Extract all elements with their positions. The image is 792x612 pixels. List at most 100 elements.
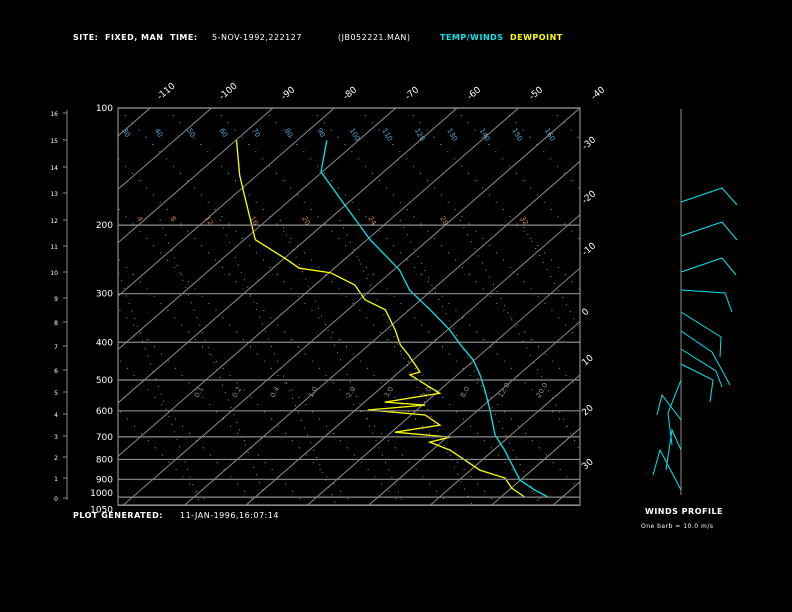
isotherm bbox=[118, 108, 519, 457]
mid-label: 0.4 bbox=[269, 385, 282, 399]
pressure-tick-label: 700 bbox=[96, 433, 113, 443]
dry-adiabat bbox=[118, 408, 211, 505]
height-tick-label: 16 bbox=[50, 111, 58, 118]
height-tick-label: 6 bbox=[54, 368, 58, 375]
wind-barb bbox=[680, 289, 733, 313]
top-temp-tick-label: -100 bbox=[218, 81, 240, 102]
isotherm bbox=[118, 108, 212, 191]
plot-area bbox=[0, 108, 792, 505]
right-temp-tick-label: -20 bbox=[581, 189, 599, 206]
wind-barb bbox=[680, 330, 731, 386]
pressure-tick-label: 800 bbox=[96, 455, 113, 465]
dry-adiabat bbox=[501, 108, 580, 191]
winds-profile-title: WINDS PROFILE bbox=[645, 507, 724, 516]
dry-adiabat bbox=[118, 207, 403, 505]
dry-adiabat-label: 160 bbox=[543, 127, 557, 143]
height-tick-label: 7 bbox=[54, 344, 58, 351]
pressure-tick-label: 100 bbox=[96, 104, 113, 114]
isotherm bbox=[118, 108, 151, 137]
isotherm bbox=[676, 108, 792, 505]
mixing-ratio-line bbox=[279, 219, 405, 505]
wind-barb bbox=[680, 363, 714, 403]
height-tick-label: 13 bbox=[50, 191, 58, 198]
mixing-ratio-line bbox=[339, 219, 473, 505]
wind-barb bbox=[680, 221, 738, 241]
height-tick-label: 14 bbox=[50, 165, 58, 172]
dry-adiabat bbox=[118, 157, 451, 505]
isotherm bbox=[245, 214, 580, 505]
height-tick-label: 2 bbox=[54, 455, 58, 462]
pressure-tick-label: 400 bbox=[96, 338, 113, 348]
dry-adiabat-label: 70 bbox=[250, 127, 261, 139]
dry-adiabat bbox=[118, 358, 259, 505]
mixing-ratio-line bbox=[519, 219, 580, 331]
mid-label: 2.0 bbox=[345, 385, 357, 399]
mixing-ratio-line bbox=[159, 219, 269, 505]
height-tick-label: 9 bbox=[54, 296, 58, 303]
height-tick-label: 0 bbox=[54, 496, 58, 503]
right-temp-tick-label: 30 bbox=[581, 457, 596, 472]
dry-adiabat bbox=[309, 108, 580, 391]
isotherm bbox=[615, 108, 792, 505]
height-tick-label: 12 bbox=[50, 218, 58, 225]
winds-barb-note: One barb = 10.0 m/s bbox=[641, 523, 714, 530]
mid-label: 1.0 bbox=[307, 385, 319, 399]
dry-adiabat-label: 80 bbox=[283, 127, 294, 139]
dry-adiabat bbox=[646, 108, 792, 505]
height-tick-label: 3 bbox=[54, 434, 58, 441]
top-temp-tick-label: -40 bbox=[590, 85, 608, 102]
plot-frame bbox=[117, 107, 581, 506]
mixing-ratio-label: 8 bbox=[168, 215, 177, 223]
top-temp-tick-label: -50 bbox=[528, 85, 546, 102]
height-tick-label: 15 bbox=[50, 138, 58, 145]
top-temp-tick-label: -80 bbox=[342, 85, 360, 102]
dry-adiabat-label: 120 bbox=[413, 127, 427, 143]
isotherm bbox=[118, 108, 397, 351]
isotherm bbox=[307, 267, 580, 505]
wind-barb bbox=[652, 448, 682, 491]
wind-barb bbox=[656, 393, 682, 421]
mixing-ratio-line bbox=[219, 219, 337, 505]
dry-adiabat bbox=[453, 108, 580, 241]
dry-adiabat bbox=[165, 108, 547, 505]
dry-adiabat bbox=[261, 108, 580, 441]
isotherm bbox=[118, 108, 458, 404]
right-temp-tick-label: 20 bbox=[581, 403, 596, 418]
dry-adiabat-label: 40 bbox=[153, 127, 164, 139]
mid-label: 0.1 bbox=[193, 385, 205, 399]
isotherm bbox=[123, 108, 580, 505]
right-temp-tick-label: 10 bbox=[581, 353, 596, 368]
pressure-tick-label: 1000 bbox=[90, 489, 113, 499]
pressure-tick-label: 300 bbox=[96, 290, 113, 300]
dry-adiabat-label: 90 bbox=[315, 127, 326, 139]
skew-t-diagram: 1002003004005006007008009001000105001234… bbox=[0, 81, 792, 515]
mid-label: 12.0 bbox=[497, 381, 512, 399]
isotherm bbox=[118, 108, 274, 244]
right-temp-tick-label: -30 bbox=[581, 135, 599, 152]
height-tick-label: 4 bbox=[54, 412, 58, 419]
mid-label: 8.0 bbox=[459, 385, 471, 399]
dry-adiabat bbox=[405, 108, 580, 291]
isotherm bbox=[184, 160, 580, 505]
dry-adiabat bbox=[213, 108, 580, 492]
dry-adiabat-label: 60 bbox=[218, 127, 229, 139]
pressure-tick-label: 900 bbox=[96, 475, 113, 485]
isotherm bbox=[430, 374, 580, 505]
isotherm bbox=[552, 481, 580, 505]
height-tick-label: 11 bbox=[50, 244, 58, 251]
wind-barb bbox=[680, 187, 738, 206]
mid-label: 20.0 bbox=[535, 381, 550, 399]
wind-barb bbox=[680, 257, 737, 276]
pressure-tick-label: 200 bbox=[96, 221, 113, 231]
plot-generated-label: PLOT GENERATED: bbox=[73, 511, 163, 520]
isotherm bbox=[0, 108, 89, 505]
isotherm bbox=[491, 427, 580, 505]
top-temp-tick-label: -90 bbox=[280, 85, 298, 102]
pressure-tick-label: 600 bbox=[96, 407, 113, 417]
mid-label: 0.2 bbox=[231, 385, 243, 399]
height-tick-label: 1 bbox=[54, 476, 58, 483]
mixing-ratio-line bbox=[118, 269, 201, 505]
dry-adiabat bbox=[118, 108, 499, 505]
height-tick-label: 10 bbox=[50, 270, 58, 277]
dry-adiabat-label: 150 bbox=[510, 127, 524, 143]
